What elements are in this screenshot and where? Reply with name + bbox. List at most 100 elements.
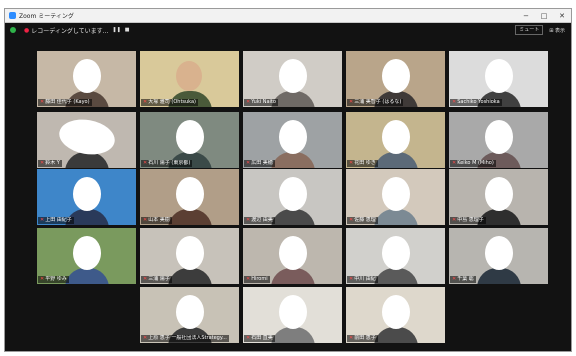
participant-tile[interactable]: ✕三浦 美智子 (はるな) xyxy=(346,51,445,107)
muted-mic-icon: ✕ xyxy=(143,335,148,341)
participant-tile[interactable]: ✕上原 恵子 一般社団法人Strategy... xyxy=(140,287,239,343)
participant-name: 上田 由紀子 xyxy=(45,217,72,223)
muted-mic-icon: ✕ xyxy=(349,276,354,282)
muted-mic-icon: ✕ xyxy=(143,217,148,223)
participant-name: Hiromi xyxy=(251,276,268,282)
face-blur-mask xyxy=(72,236,101,270)
participant-tile[interactable]: ✕佐藤 恵理 xyxy=(346,169,445,225)
participant-tile[interactable]: ✕中川 由紀 xyxy=(346,228,445,284)
participant-name-label: ✕石川 陽子 (東京都) xyxy=(141,160,193,167)
participant-name: 石川 陽子 (東京都) xyxy=(148,160,191,166)
participant-name-label: ✕花田 ゆき xyxy=(347,160,378,167)
participant-name-label: ✕石田 直美 xyxy=(244,335,275,342)
participant-name-label: ✕平野 ゆみ xyxy=(38,276,69,283)
participant-tile[interactable]: ✕石田 直美 xyxy=(243,287,342,343)
participant-name-label: ✕Sachiko Yoshioka xyxy=(450,99,502,106)
muted-mic-icon: ✕ xyxy=(246,276,251,282)
participant-name: 山本 美樹 xyxy=(148,217,170,223)
participant-name: 平野 ゆみ xyxy=(45,276,67,282)
participant-name-label: ✕藤田 佳代子 (Kayo) xyxy=(38,99,92,106)
participant-tile[interactable]: ✕Sachiko Yoshioka xyxy=(449,51,548,107)
participant-name: 三浦 陽子 xyxy=(148,276,170,282)
participant-tile[interactable]: ✕花田 ゆき xyxy=(346,112,445,168)
participant-name: 藤田 佳代子 (Kayo) xyxy=(45,99,90,105)
participant-name-label: ✕山本 美樹 xyxy=(141,217,172,224)
participant-tile[interactable]: ✕千葉 聡 xyxy=(449,228,548,284)
participant-name: 広田 美穂 xyxy=(251,160,273,166)
muted-mic-icon: ✕ xyxy=(246,217,251,223)
face-blur-mask xyxy=(381,120,410,154)
participant-name: 中川 由紀 xyxy=(354,276,376,282)
face-blur-mask xyxy=(72,177,101,211)
participant-tile[interactable]: ✕広田 美穂 xyxy=(243,112,342,168)
participant-tile[interactable]: ✕三浦 陽子 xyxy=(140,228,239,284)
participant-name-label: ✕佐藤 恵理 xyxy=(347,217,378,224)
face-blur-mask xyxy=(278,295,307,329)
participant-tile[interactable]: ✕Keiko M (Miho) xyxy=(449,112,548,168)
face-blur-mask xyxy=(484,236,513,270)
participant-name-label: ✕中川 由紀 xyxy=(347,276,378,283)
participant-tile[interactable]: ✕上田 由紀子 xyxy=(37,169,136,225)
participant-tile[interactable]: ✕Yuki Naito xyxy=(243,51,342,107)
face-blur-mask xyxy=(175,120,204,154)
face-blur-mask xyxy=(278,59,307,93)
gallery-grid: ✕藤田 佳代子 (Kayo) ✕大塚 雅司 (Ohtsuka) ✕Yuki Nait… xyxy=(5,9,571,351)
muted-mic-icon: ✕ xyxy=(349,99,354,105)
muted-mic-icon: ✕ xyxy=(40,99,45,105)
face-blur-mask xyxy=(175,177,204,211)
face-blur-mask xyxy=(381,236,410,270)
muted-mic-icon: ✕ xyxy=(349,217,354,223)
participant-name-label: ✕鈴木 Y xyxy=(38,160,62,167)
muted-mic-icon: ✕ xyxy=(143,276,148,282)
participant-tile[interactable]: ✕渡辺 由美 xyxy=(243,169,342,225)
participant-tile[interactable]: ✕石川 陽子 (東京都) xyxy=(140,112,239,168)
participant-tile[interactable]: ✕鈴木 Y xyxy=(37,112,136,168)
participant-name: 千葉 聡 xyxy=(457,276,474,282)
participant-name-label: ✕千葉 聡 xyxy=(450,276,476,283)
muted-mic-icon: ✕ xyxy=(246,160,251,166)
participant-name: 鈴木 Y xyxy=(45,160,60,166)
face-blur-mask xyxy=(381,59,410,93)
muted-mic-icon: ✕ xyxy=(143,160,148,166)
participant-head xyxy=(176,61,202,91)
participant-tile[interactable]: ✕中島 恵理子 xyxy=(449,169,548,225)
participant-name-label: ✕三浦 美智子 (はるな) xyxy=(347,99,404,106)
participant-name: 大塚 雅司 (Ohtsuka) xyxy=(148,99,196,105)
muted-mic-icon: ✕ xyxy=(40,217,45,223)
participant-name-label: ✕三浦 陽子 xyxy=(141,276,172,283)
participant-name: 上原 恵子 一般社団法人Strategy... xyxy=(148,335,227,341)
participant-name: 花田 ゆき xyxy=(354,160,376,166)
participant-name: Yuki Naito xyxy=(251,99,276,105)
participant-name-label: ✕Keiko M (Miho) xyxy=(450,160,496,167)
participant-name-label: ✕中島 恵理子 xyxy=(450,217,486,224)
participant-tile[interactable]: ✕山本 美樹 xyxy=(140,169,239,225)
participant-name-label: ✕広田 美穂 xyxy=(244,160,275,167)
participant-name-label: ✕上田 由紀子 xyxy=(38,217,74,224)
face-blur-mask xyxy=(484,177,513,211)
muted-mic-icon: ✕ xyxy=(349,160,354,166)
participant-name: 中島 恵理子 xyxy=(457,217,484,223)
participant-tile[interactable]: ✕藤田 佳代子 (Kayo) xyxy=(37,51,136,107)
muted-mic-icon: ✕ xyxy=(452,160,457,166)
face-blur-mask xyxy=(381,177,410,211)
participant-name: 三浦 美智子 (はるな) xyxy=(354,99,402,105)
muted-mic-icon: ✕ xyxy=(246,99,251,105)
participant-tile[interactable]: ✕大塚 雅司 (Ohtsuka) xyxy=(140,51,239,107)
participant-name: Keiko M (Miho) xyxy=(457,160,494,166)
muted-mic-icon: ✕ xyxy=(452,99,457,105)
muted-mic-icon: ✕ xyxy=(452,217,457,223)
face-blur-mask xyxy=(278,120,307,154)
participant-name-label: ✕大塚 雅司 (Ohtsuka) xyxy=(141,99,198,106)
participant-tile[interactable]: ✕Hiromi xyxy=(243,228,342,284)
participant-tile[interactable]: ✕平野 ゆみ xyxy=(37,228,136,284)
participant-name: 石田 直美 xyxy=(251,335,273,341)
face-blur-mask xyxy=(278,177,307,211)
participant-name-label: ✕渡辺 由美 xyxy=(244,217,275,224)
participant-name: 佐藤 恵理 xyxy=(354,217,376,223)
face-blur-mask xyxy=(72,59,101,93)
participant-name-label: ✕前田 恵子 xyxy=(347,335,378,342)
face-blur-mask xyxy=(484,59,513,93)
muted-mic-icon: ✕ xyxy=(40,160,45,166)
participant-name: 渡辺 由美 xyxy=(251,217,273,223)
participant-tile[interactable]: ✕前田 恵子 xyxy=(346,287,445,343)
